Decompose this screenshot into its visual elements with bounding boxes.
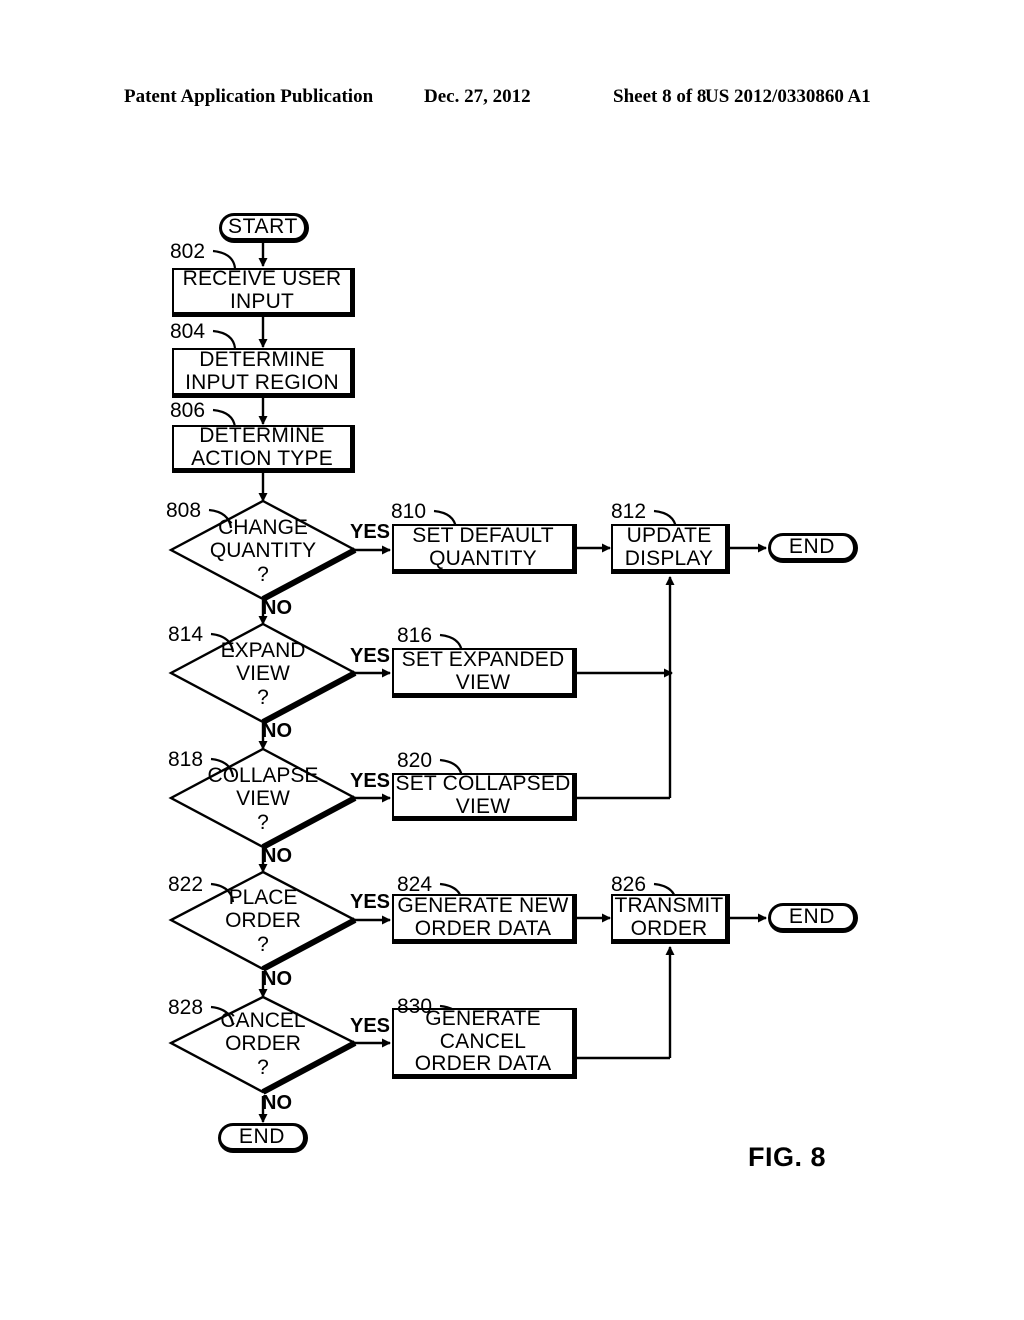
edge-label-yes-818: YES [350,770,391,792]
decision-label-808: CHANGE QUANTITY ? [209,516,317,586]
edge-label-no-828: NO [262,1092,292,1114]
decision-label-818: COLLAPSE VIEW ? [207,764,319,834]
process-box-802: RECEIVE USER INPUT [172,267,355,317]
ref-numeral-804: 804 [170,320,206,343]
ref-numeral-812: 812 [611,500,647,523]
terminator-end-order: END [768,903,858,933]
process-box-810: SET DEFAULT QUANTITY [392,524,577,574]
process-box-820: SET COLLAPSED VIEW [392,772,577,821]
header-patent-number: US 2012/0330860 A1 [705,86,871,107]
edge-label-no-808: NO [262,597,292,619]
process-box-804: DETERMINE INPUT REGION [172,348,355,398]
edge-label-yes-814: YES [350,645,391,667]
ref-numeral-808: 808 [166,499,202,522]
edge-label-yes-828: YES [350,1015,391,1037]
patent-figure-page: Patent Application Publication Dec. 27, … [0,0,1024,1320]
terminator-end-quantity: END [768,533,858,563]
ref-numeral-810: 810 [391,500,427,523]
edge-label-yes-808: YES [350,521,391,543]
process-box-816: SET EXPANDED VIEW [392,648,577,698]
ref-numeral-816: 816 [397,624,433,647]
ref-numeral-806: 806 [170,399,206,422]
ref-numeral-828: 828 [168,996,204,1019]
process-box-806: DETERMINE ACTION TYPE [172,424,355,473]
page-header: Patent Application Publication Dec. 27, … [0,86,1024,112]
ref-numeral-820: 820 [397,749,433,772]
process-box-812: UPDATE DISPLAY [611,524,730,574]
ref-numeral-824: 824 [397,873,433,896]
edge-label-no-814: NO [262,720,292,742]
edge-label-no-822: NO [262,968,292,990]
ref-numeral-802: 802 [170,240,206,263]
figure-caption: FIG. 8 [748,1142,827,1172]
terminator-end-final: END [218,1123,308,1153]
decision-label-822: PLACE ORDER ? [225,886,301,956]
decision-label-828: CANCEL ORDER ? [220,1009,306,1079]
ref-numeral-814: 814 [168,623,204,646]
terminator-start: START [219,213,309,243]
header-sheet: Sheet 8 of 8 [613,86,707,107]
process-box-826: TRANSMIT ORDER [611,894,730,944]
edge-label-yes-822: YES [350,891,391,913]
ref-numeral-822: 822 [168,873,204,896]
ref-numeral-818: 818 [168,748,204,771]
process-box-824: GENERATE NEW ORDER DATA [392,894,577,944]
edge-label-no-818: NO [262,845,292,867]
decision-label-814: EXPAND VIEW ? [220,639,306,709]
ref-numeral-826: 826 [611,873,647,896]
header-publication: Patent Application Publication [124,86,374,107]
header-date: Dec. 27, 2012 [424,86,531,107]
ref-numeral-830: 830 [397,995,433,1018]
